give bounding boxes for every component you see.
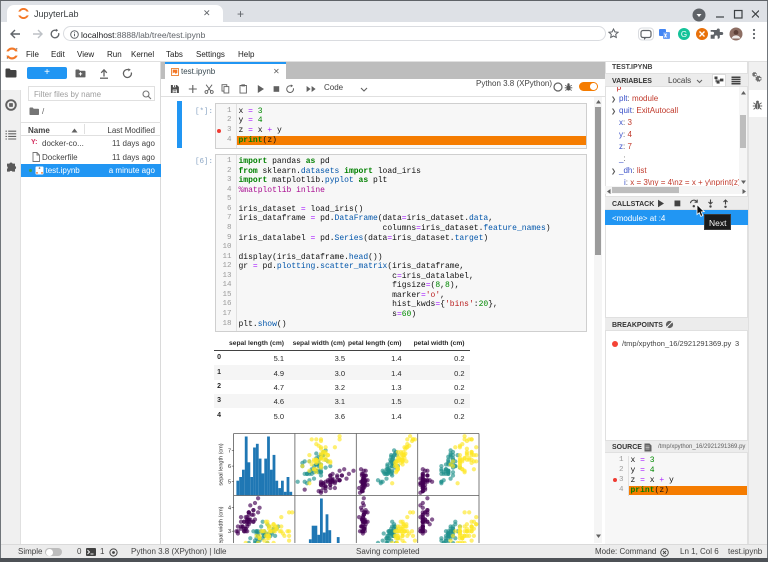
svg-text:sepal length (cm): sepal length (cm) <box>219 443 225 485</box>
svg-text:6: 6 <box>228 464 231 470</box>
svg-text:7: 7 <box>228 448 231 454</box>
svg-text:G: G <box>681 30 687 39</box>
svg-text:4: 4 <box>228 506 231 512</box>
svg-text:3: 3 <box>228 529 231 535</box>
svg-text:sepal width (cm): sepal width (cm) <box>219 506 225 543</box>
svg-text:5: 5 <box>228 480 231 486</box>
